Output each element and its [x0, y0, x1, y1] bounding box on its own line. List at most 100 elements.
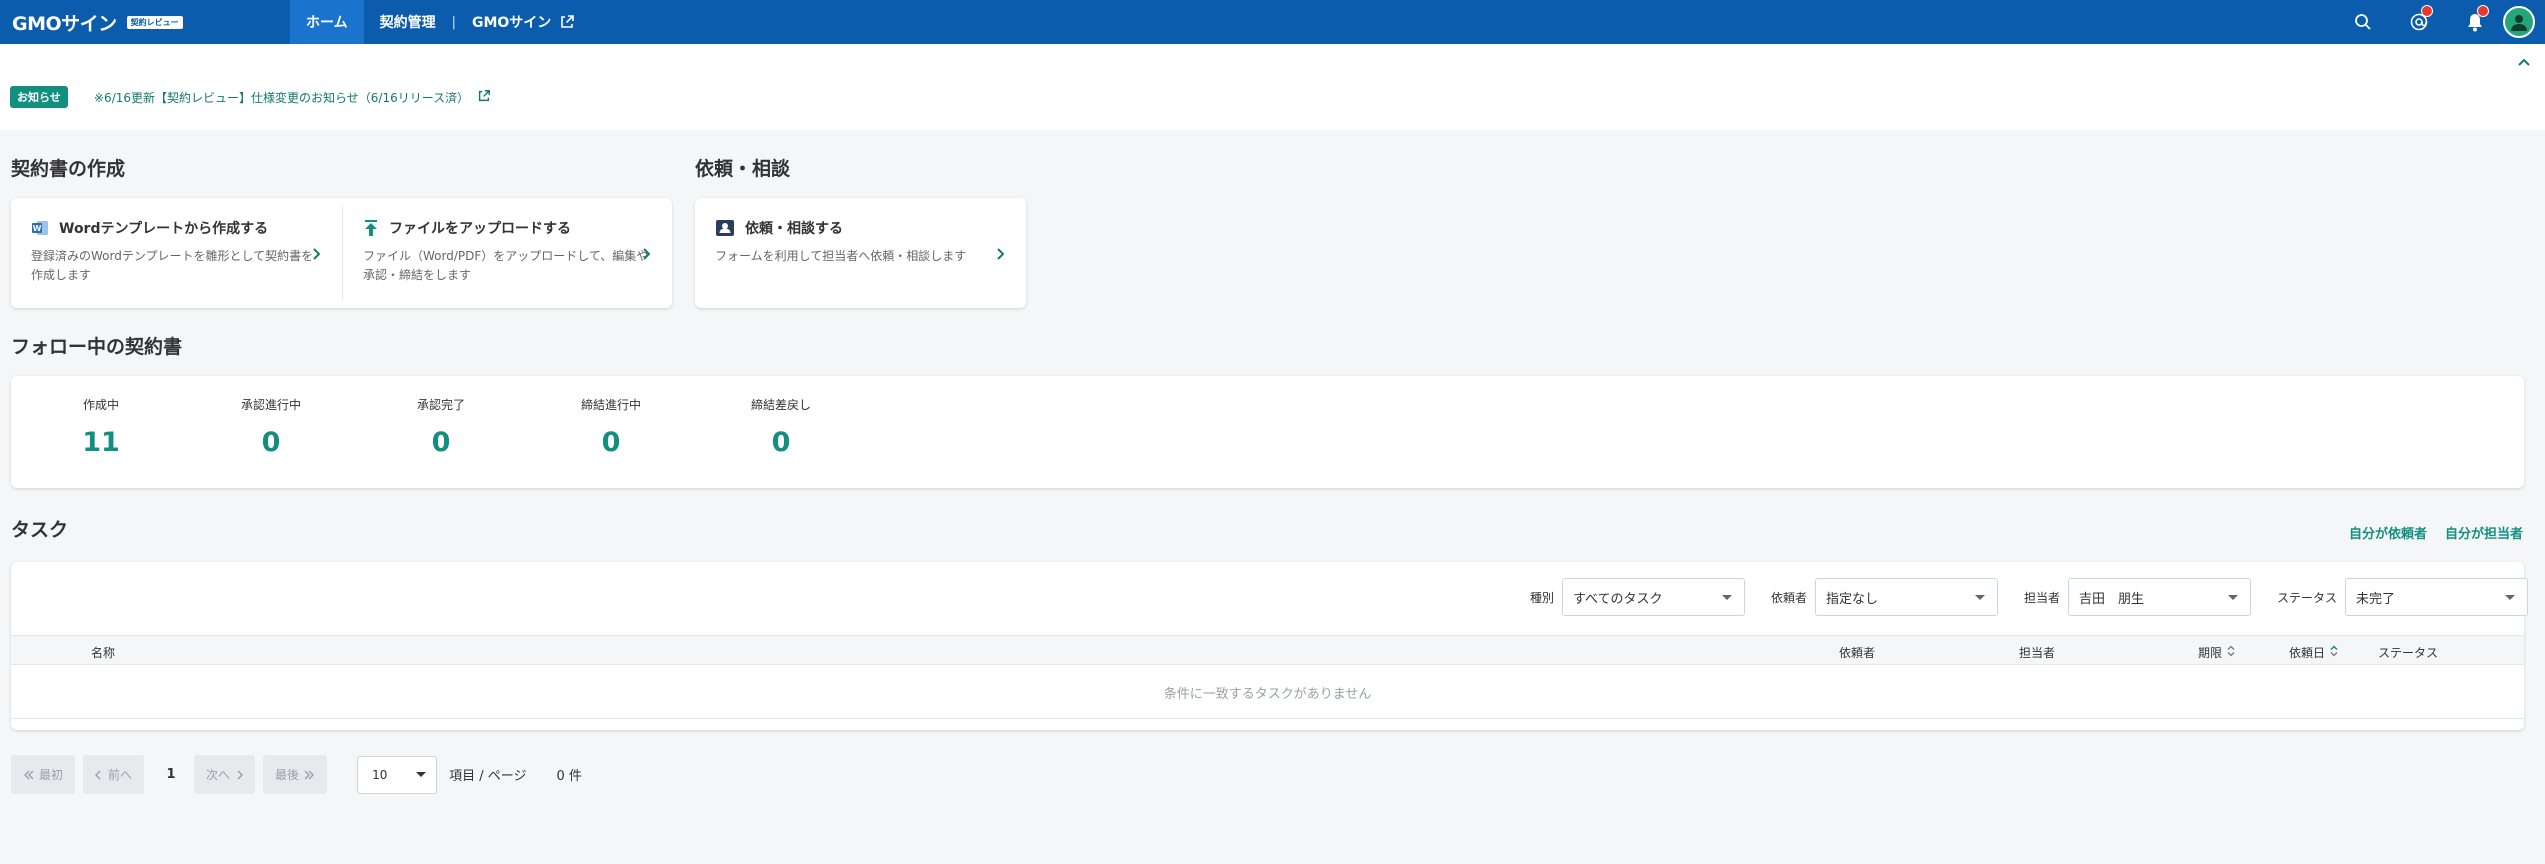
filter-assignee-label: 担当者: [2023, 590, 2060, 605]
notice-badge: お知らせ: [10, 86, 68, 108]
stat-label: 承認進行中: [240, 398, 301, 412]
chevron-right-icon: [996, 248, 1005, 264]
nav-home-label: ホーム: [306, 15, 348, 31]
word-template-label: Wordテンプレートから作成する: [59, 221, 269, 237]
consult-label: 依頼・相談する: [745, 221, 843, 237]
prev-page-label: 前へ: [108, 768, 133, 782]
notice-text: ※6/16更新【契約レビュー】仕様変更のお知らせ（6/16リリース済）: [94, 91, 470, 105]
filter-requester-label: 依頼者: [1770, 590, 1807, 605]
stat-label: 締結差戻し: [750, 398, 811, 412]
col-due[interactable]: 期限: [2198, 644, 2235, 661]
external-link-icon: [469, 89, 491, 106]
filter-type-label: 種別: [1529, 590, 1554, 605]
consult-card[interactable]: 依頼・相談する フォームを利用して担当者へ依頼・相談します: [695, 198, 1026, 308]
bell-icon[interactable]: [2447, 0, 2503, 44]
prev-page-button[interactable]: 前へ: [83, 755, 145, 794]
word-template-option[interactable]: W Wordテンプレートから作成する 登録済みのWordテンプレートを雛形として…: [11, 198, 342, 308]
nav-gmosign[interactable]: GMOサイン: [456, 0, 591, 44]
caret-down-icon: [2227, 594, 2238, 600]
stat-approval-in-progress[interactable]: 承認進行中 0: [186, 396, 356, 458]
mention-icon[interactable]: [2391, 0, 2447, 44]
logo-text: GMOサイン: [12, 12, 117, 35]
page-size-value: 10: [372, 767, 388, 782]
chevron-right-icon: [236, 770, 244, 780]
col-request-date[interactable]: 依頼日: [2289, 644, 2338, 661]
first-page-button[interactable]: 最初: [11, 755, 76, 794]
current-page[interactable]: 1: [156, 767, 186, 782]
upload-file-desc: ファイル（Word/PDF）をアップロードして、編集や承認・締結をします: [363, 249, 649, 282]
filter-type-value: すべてのタスク: [1572, 591, 1663, 607]
consult-section-title: 依頼・相談: [695, 158, 791, 180]
caret-down-icon: [1974, 594, 1985, 600]
nav-home[interactable]: ホーム: [290, 0, 364, 44]
upload-file-title: ファイルをアップロードする: [363, 218, 571, 238]
logo-badge: 契約レビュー: [126, 15, 183, 29]
chevron-up-icon[interactable]: [2517, 56, 2531, 71]
caret-down-icon: [1721, 594, 1732, 600]
col-assignee: 担当者: [2019, 646, 2056, 660]
total-count: 0 件: [556, 769, 582, 784]
word-template-title: W Wordテンプレートから作成する: [31, 218, 268, 238]
word-template-desc: 登録済みのWordテンプレートを雛形として契約書を作成します: [31, 249, 314, 282]
sort-icon: [2222, 645, 2235, 660]
filter-type-select[interactable]: すべてのタスク: [1561, 578, 1745, 616]
stat-approved[interactable]: 承認完了 0: [356, 396, 526, 458]
col-requester: 依頼者: [1839, 646, 1876, 660]
col-due-label: 期限: [2198, 646, 2223, 660]
caret-down-icon: [2505, 594, 2515, 600]
filter-status-select[interactable]: 未完了: [2345, 578, 2528, 616]
task-quick-links: 自分が依頼者 自分が担当者: [2349, 523, 2523, 542]
last-page-button[interactable]: 最後: [263, 755, 328, 794]
stat-signing-in-progress[interactable]: 締結進行中 0: [526, 396, 696, 458]
sort-icon: [2325, 645, 2338, 660]
main-nav: ホーム 契約管理 | GMOサイン: [290, 0, 591, 44]
chevron-left-icon: [95, 770, 102, 780]
create-card: W Wordテンプレートから作成する 登録済みのWordテンプレートを雛形として…: [11, 198, 672, 308]
nav-contracts[interactable]: 契約管理: [364, 0, 452, 44]
stat-label: 作成中: [82, 398, 119, 412]
notification-badge: [2477, 5, 2489, 17]
per-page-label: 項目 / ページ: [449, 769, 527, 784]
follow-card: 作成中 11 承認進行中 0 承認完了 0 締結進行中 0 締結差戻し 0: [11, 376, 2524, 488]
stat-label: 承認完了: [416, 398, 465, 412]
consult-desc: フォームを利用して担当者へ依頼・相談します: [715, 249, 967, 263]
notice-link[interactable]: ※6/16更新【契約レビュー】仕様変更のお知らせ（6/16リリース済）: [94, 89, 491, 106]
col-name: 名称: [91, 646, 116, 660]
stat-value: 0: [601, 427, 621, 458]
filter-status-label: ステータス: [2276, 590, 2337, 605]
filter-requester-value: 指定なし: [1825, 591, 1878, 607]
mention-badge: [2421, 5, 2433, 17]
top-header: GMOサイン 契約レビュー ホーム 契約管理 | GMOサイン: [0, 0, 2545, 44]
link-my-requests[interactable]: 自分が依頼者: [2349, 523, 2427, 542]
create-section-title: 契約書の作成: [11, 158, 126, 180]
task-table-header: 名称 依頼者 担当者 期限 依頼日 ステータス: [11, 635, 2524, 665]
link-my-assignments[interactable]: 自分が担当者: [2445, 523, 2523, 542]
col-request-date-label: 依頼日: [2289, 646, 2326, 660]
stat-label: 締結進行中: [580, 398, 641, 412]
contact-card-icon: [715, 219, 735, 237]
stat-signing-returned[interactable]: 締結差戻し 0: [696, 396, 866, 458]
first-page-label: 最初: [39, 768, 64, 782]
consult-title: 依頼・相談する: [715, 218, 843, 238]
search-icon[interactable]: [2335, 0, 2391, 44]
next-page-button[interactable]: 次へ: [194, 755, 256, 794]
filter-assignee-select[interactable]: 吉田 朋生: [2067, 578, 2251, 616]
page-size-select[interactable]: 10: [357, 755, 438, 794]
pagination: 最初 前へ 1 次へ 最後 10 項目 / ページ 0 件: [11, 755, 582, 794]
logo[interactable]: GMOサイン 契約レビュー: [0, 9, 290, 36]
double-chevron-left-icon: [23, 770, 35, 780]
last-page-label: 最後: [275, 768, 300, 782]
chevron-right-icon: [312, 248, 321, 264]
header-actions: [2335, 0, 2545, 44]
stat-drafting[interactable]: 作成中 11: [16, 396, 186, 458]
stat-value: 0: [431, 427, 451, 458]
external-link-icon: [559, 14, 575, 30]
double-chevron-right-icon: [303, 770, 315, 780]
col-status: ステータス: [2378, 646, 2439, 660]
avatar[interactable]: [2503, 6, 2535, 38]
upload-file-option[interactable]: ファイルをアップロードする ファイル（Word/PDF）をアップロードして、編集…: [343, 198, 672, 308]
filter-requester-select[interactable]: 指定なし: [1814, 578, 1998, 616]
next-page-label: 次へ: [206, 768, 231, 782]
upload-file-label: ファイルをアップロードする: [389, 221, 571, 237]
stat-value: 11: [82, 427, 120, 458]
